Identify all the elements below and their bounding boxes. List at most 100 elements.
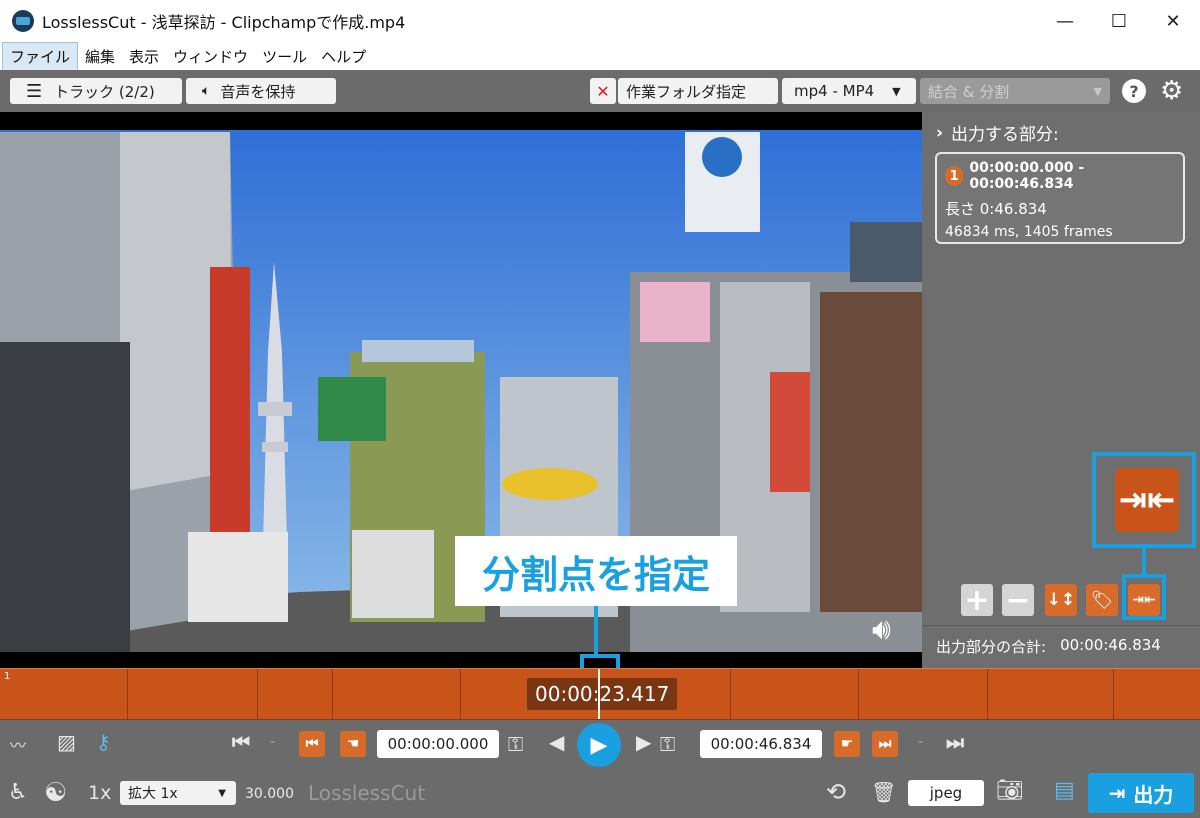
key-start-icon[interactable]: ⚿ [508,732,523,756]
thumbnails-icon[interactable]: ▨ [57,730,76,754]
next-frame-icon[interactable]: ▶ [636,730,651,754]
play-button[interactable]: ▶ [577,723,621,767]
sort-segments-button[interactable]: ↓↕ [1045,584,1077,616]
annotation-connector [594,606,598,656]
chevron-down-icon: ▼ [218,787,226,799]
chevron-down-icon: ▼ [892,84,901,98]
brand-label: LosslessCut [308,781,426,805]
minus-icon: − [1005,582,1031,618]
timeline-tick [858,669,859,719]
split-icon: ⇥⇤ [1132,592,1156,608]
jump-cut-start-icon: ⏮ [305,736,319,752]
total-duration: 出力部分の合計: 00:00:46.834 [936,636,1161,657]
menu-view[interactable]: 表示 [122,43,166,70]
segments-header-label: 出力する部分: [951,125,1059,145]
prev-frame-icon[interactable]: ◀ [549,730,564,754]
volume-icon[interactable]: 🔊︎ [872,612,891,647]
trash-icon[interactable]: 🗑︎ [871,780,896,804]
set-cut-start-button[interactable]: ☚ [340,731,366,757]
playback-controls: 〰 ▨ ⚷ ⏮ - ⏮ ☚ 00:00:00.000 ⚿ ◀ ▶ ▶ ⚿ 00:… [0,720,1200,768]
segment-length: 長さ 0:46.834 [945,200,1047,218]
workdir-button[interactable]: 作業フォルダ指定 [618,78,778,104]
timeline[interactable]: 1 00:00:23.417 [0,668,1200,720]
zoom-select[interactable]: 拡大 1x ▼ [120,781,236,805]
jump-cut-end-icon: ⏭ [878,736,892,752]
timeline-tick [730,669,731,719]
hand-start-icon: ☚ [346,736,360,752]
menu-help[interactable]: ヘルプ [314,43,373,70]
camera-icon[interactable]: 📷︎ [996,778,1024,803]
timeline-tick [127,669,128,719]
keep-audio-button[interactable]: 🔈︎ 音声を保持 [186,78,336,104]
export-icon: ⇥ [1108,781,1126,805]
title-bar: LosslessCut - 浅草探訪 - Clipchampで作成.mp4 — … [0,0,1200,42]
add-segment-button[interactable]: + [961,582,993,618]
plus-icon: + [964,582,990,618]
hand-end-icon: ☛ [840,736,854,752]
tag-icon: 🏷︎ [1090,589,1114,611]
jump-cut-start-button[interactable]: ⏮ [299,731,325,757]
help-icon[interactable]: ? [1122,79,1146,103]
split-segment-button[interactable]: ⇥⇤ [1128,584,1160,616]
timeline-tick [332,669,333,719]
timeline-tick [257,669,258,719]
segment-frames: 46834 ms, 1405 frames [945,224,1113,240]
cut-end-input[interactable]: 00:00:46.834 [700,730,822,758]
close-button[interactable]: ✕ [1146,0,1200,42]
yin-yang-icon[interactable]: ☯ [44,778,67,808]
speaker-icon: 🔈︎ [202,83,211,99]
segments-header[interactable]: › 出力する部分: [936,120,1059,146]
jump-start-icon[interactable]: ⏮ [232,730,250,754]
key-end-icon[interactable]: ⚿ [660,732,675,756]
total-value: 00:00:46.834 [1060,636,1161,654]
timeline-tick [460,669,461,719]
waveform-icon[interactable]: 〰 [10,732,26,756]
keep-audio-label: 音声を保持 [220,82,296,101]
timeline-tick [987,669,988,719]
capture-format-select[interactable]: jpeg [908,780,984,806]
split-segment-icon-large: ⇥⇤ [1115,468,1179,532]
export-label: 出力 [1133,782,1174,807]
chevron-right-icon: › [936,122,944,143]
playback-speed[interactable]: 1x [88,782,111,804]
format-select[interactable]: mp4 - MP4 ▼ [782,78,916,104]
menu-file[interactable]: ファイル [2,41,79,71]
cut-start-input[interactable]: 00:00:00.000 [377,730,499,758]
remove-segment-button[interactable]: − [1002,582,1034,618]
split-annotation-label: 分割点を指定 [455,536,737,606]
menu-edit[interactable]: 編集 [78,43,122,70]
tracks-button[interactable]: ☰ トラック (2/2) [10,78,182,104]
export-button[interactable]: ⇥ 出力 [1088,773,1194,813]
current-time-display: 00:00:23.417 [527,678,678,710]
clear-workdir-button[interactable]: ✕ [590,78,616,104]
set-cut-end-button[interactable]: ☛ [834,731,860,757]
gear-icon[interactable]: ⚙ [1160,76,1183,106]
mode-label: 結合 & 分割 [928,82,1010,101]
calendar-icon[interactable]: ▤ [1054,778,1075,803]
menu-window[interactable]: ウィンドウ [166,43,255,70]
label-segment-button[interactable]: 🏷︎ [1086,584,1118,616]
app-logo-icon [12,10,34,32]
menu-tools[interactable]: ツール [255,43,314,70]
accessibility-icon[interactable]: ♿︎ [8,780,28,805]
jump-end-icon[interactable]: ⏭ [946,730,964,754]
zoom-label: 拡大 1x [128,786,178,802]
segment-range: 00:00:00.000 - 00:00:46.834 [969,160,1085,192]
timeline-segment-number: 1 [4,671,11,682]
maximize-button[interactable]: ☐ [1092,0,1146,42]
mode-select[interactable]: 結合 & 分割 ▼ [920,78,1110,104]
total-label: 出力部分の合計: [936,638,1047,656]
minimize-button[interactable]: — [1038,0,1092,42]
rotate-icon[interactable]: ⟲ [826,778,846,806]
play-icon: ▶ [590,732,608,758]
separator-dash: - [270,734,276,750]
timeline-tick [1113,669,1114,719]
playhead[interactable] [598,669,600,719]
keyframes-icon[interactable]: ⚷ [96,730,111,754]
jump-cut-end-button[interactable]: ⏭ [872,731,898,757]
chevron-down-icon: ▼ [1093,84,1102,98]
segment-item[interactable]: 1 00:00:00.000 - 00:00:46.834 長さ 0:46.83… [935,152,1185,244]
separator-dash: - [918,734,924,750]
menu-bar: ファイル 編集 表示 ウィンドウ ツール ヘルプ [0,41,1200,71]
top-toolbar: ☰ トラック (2/2) 🔈︎ 音声を保持 ✕ 作業フォルダ指定 mp4 - M… [0,70,1200,112]
